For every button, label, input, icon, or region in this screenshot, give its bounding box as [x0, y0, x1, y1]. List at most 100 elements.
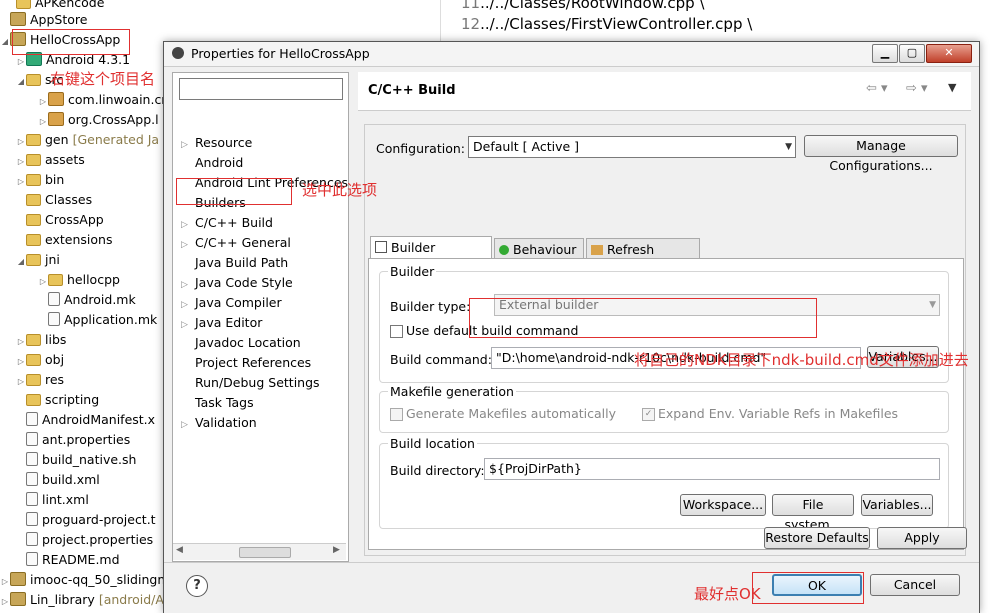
nav-item[interactable]: Javadoc Location: [181, 333, 301, 353]
expand-arrow-icon[interactable]: ▷: [181, 215, 195, 235]
expand-toggle-icon[interactable]: ▷: [16, 152, 26, 172]
scroll-left-icon[interactable]: ◀: [176, 545, 183, 555]
dialog-titlebar[interactable]: Properties for HelloCrossApp ▁ ▢ ✕: [164, 42, 979, 67]
nav-item[interactable]: Java Build Path: [181, 253, 288, 273]
tree-item-label: obj: [45, 352, 65, 367]
forward-arrow-icon[interactable]: ⇨ ▾: [906, 81, 928, 96]
tree-item[interactable]: ▷ libs: [16, 330, 66, 350]
expand-toggle-icon[interactable]: ▷: [0, 572, 10, 592]
scroll-right-icon[interactable]: ▶: [333, 545, 340, 555]
use-default-checkbox[interactable]: [390, 325, 403, 338]
expand-toggle-icon[interactable]: ▷: [16, 332, 26, 352]
tree-item[interactable]: proguard-project.t: [16, 510, 156, 530]
apply-button[interactable]: Apply: [877, 527, 967, 549]
tree-item[interactable]: scripting: [16, 390, 99, 410]
tab-builder-settings[interactable]: Builder Settings: [370, 236, 492, 277]
tree-item[interactable]: build.xml: [16, 470, 100, 490]
tree-item[interactable]: ▷ obj: [16, 350, 64, 370]
minimize-button[interactable]: ▁: [872, 44, 898, 63]
restore-defaults-button[interactable]: Restore Defaults: [764, 527, 870, 549]
nav-item[interactable]: ▷ Resource: [181, 133, 252, 153]
nav-item[interactable]: ▷ Validation: [181, 413, 257, 433]
tree-item[interactable]: Application.mk: [38, 310, 157, 330]
nav-item[interactable]: ▷ Java Compiler: [181, 293, 282, 313]
maximize-button[interactable]: ▢: [899, 44, 925, 63]
tree-item[interactable]: ▷ gen [Generated Ja: [16, 130, 159, 150]
tree-item[interactable]: CrossApp: [16, 210, 104, 230]
tab-refresh-policy[interactable]: Refresh Policy: [586, 238, 700, 279]
expand-arrow-icon[interactable]: ▷: [181, 315, 195, 335]
nav-item[interactable]: Project References: [181, 353, 311, 373]
nav-item[interactable]: ▷ Java Code Style: [181, 273, 293, 293]
tree-item[interactable]: Android.mk: [38, 290, 136, 310]
back-arrow-icon[interactable]: ⇦ ▾: [866, 81, 888, 96]
file-icon: [26, 452, 38, 466]
tab-behaviour[interactable]: Behaviour: [494, 238, 584, 260]
expand-toggle-icon[interactable]: ◢: [0, 32, 10, 52]
close-button[interactable]: ✕: [926, 44, 972, 63]
tree-item[interactable]: build_native.sh: [16, 450, 136, 470]
help-icon[interactable]: ?: [186, 575, 208, 597]
expand-arrow-icon[interactable]: ▷: [181, 275, 195, 295]
expand-toggle-icon[interactable]: ▷: [16, 372, 26, 392]
dialog-title: Properties for HelloCrossApp: [191, 46, 370, 61]
nav-item[interactable]: ▷ C/C++ General: [181, 233, 291, 253]
cancel-button[interactable]: Cancel: [870, 574, 960, 596]
filter-input[interactable]: [179, 78, 343, 100]
expand-toggle-icon[interactable]: ◢: [16, 72, 26, 92]
expand-toggle-icon[interactable]: ▷: [16, 172, 26, 192]
expand-arrow-icon[interactable]: ▷: [181, 235, 195, 255]
nav-item[interactable]: Android: [181, 153, 243, 173]
configuration-select[interactable]: Default [ Active ] ▼: [468, 136, 796, 158]
expand-toggle-icon[interactable]: ▷: [38, 92, 48, 112]
expand-toggle-icon[interactable]: ▷: [0, 592, 10, 611]
tree-item[interactable]: ant.properties: [16, 430, 130, 450]
tree-item[interactable]: lint.xml: [16, 490, 89, 510]
tree-item[interactable]: ◢ jni: [16, 250, 60, 270]
scroll-thumb[interactable]: [239, 547, 291, 558]
tree-item[interactable]: Classes: [16, 190, 92, 210]
build-directory-input[interactable]: ${ProjDirPath}: [484, 458, 940, 480]
view-menu-icon[interactable]: ▼: [948, 81, 956, 94]
expand-toggle-icon[interactable]: ▷: [16, 132, 26, 152]
nav-item[interactable]: Run/Debug Settings: [181, 373, 320, 393]
location-variables-button[interactable]: Variables...: [861, 494, 933, 516]
tree-item[interactable]: ▷ imooc-qq_50_slidingm: [0, 570, 168, 590]
expand-toggle-icon[interactable]: ▷: [38, 272, 48, 292]
group-title: Makefile generation: [388, 384, 516, 399]
workspace-button[interactable]: Workspace...: [680, 494, 766, 516]
expand-toggle-icon[interactable]: ◢: [16, 252, 26, 272]
tree-item[interactable]: ▷ hellocpp: [38, 270, 120, 290]
tree-item[interactable]: ▷ org.CrossApp.l: [38, 110, 159, 130]
folder-icon: [26, 174, 41, 186]
tree-item[interactable]: README.md: [16, 550, 120, 570]
nav-item-label: Java Code Style: [195, 275, 293, 290]
nav-item[interactable]: ▷ C/C++ Build: [181, 213, 273, 233]
tree-item[interactable]: ▷ assets: [16, 150, 85, 170]
configuration-label: Configuration:: [376, 141, 465, 156]
nav-scrollbar[interactable]: ◀ ▶: [173, 543, 346, 560]
tree-item[interactable]: ▷ res: [16, 370, 64, 390]
tree-item[interactable]: ▷ bin: [16, 170, 64, 190]
tree-item[interactable]: extensions: [16, 230, 112, 250]
expand-arrow-icon[interactable]: ▷: [181, 415, 195, 435]
expand-toggle-icon[interactable]: ▷: [16, 352, 26, 372]
expand-toggle-icon[interactable]: ▷: [16, 52, 26, 72]
manage-configurations-button[interactable]: Manage Configurations...: [804, 135, 958, 173]
tree-item[interactable]: AppStore: [0, 10, 87, 30]
tree-item[interactable]: AndroidManifest.x: [16, 410, 155, 430]
tree-item[interactable]: ▷ com.linwoain.cr: [38, 90, 166, 110]
tree-item[interactable]: project.properties: [16, 530, 153, 550]
nav-item[interactable]: ▷ Java Editor: [181, 313, 262, 333]
generate-makefiles-checkbox[interactable]: [390, 408, 403, 421]
folder-icon: [26, 74, 41, 86]
expand-arrow-icon[interactable]: ▷: [181, 135, 195, 155]
tree-item[interactable]: ▷ Lin_library [android/A: [0, 590, 164, 610]
expand-arrow-icon[interactable]: ▷: [181, 295, 195, 315]
expand-env-checkbox[interactable]: ✓: [642, 408, 655, 421]
annotation-box-ok: [752, 572, 864, 604]
file-system-button[interactable]: File system...: [772, 494, 854, 532]
tree-item-label: Application.mk: [64, 312, 158, 327]
expand-toggle-icon[interactable]: ▷: [38, 112, 48, 132]
nav-item[interactable]: Task Tags: [181, 393, 254, 413]
